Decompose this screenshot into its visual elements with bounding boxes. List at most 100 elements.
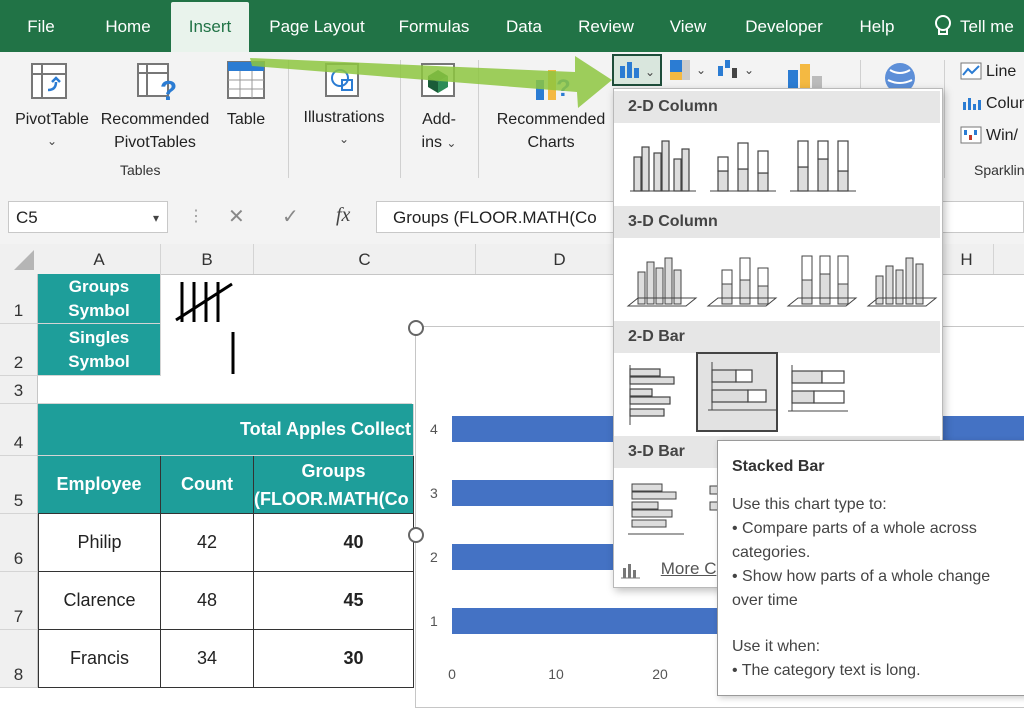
100-stacked-column-icon[interactable] <box>784 129 864 205</box>
cell-employee[interactable]: Francis <box>38 630 161 688</box>
3d-100-stacked-column-icon[interactable] <box>784 244 864 320</box>
add-ins-chevron-icon: ⌄ <box>446 136 457 150</box>
add-ins-icon[interactable] <box>418 60 458 100</box>
stacked-bar-icon[interactable] <box>696 352 778 432</box>
cell-singles-symbol[interactable]: Singles Symbol <box>38 324 161 376</box>
sparkline-winloss-button[interactable]: Win/ <box>986 124 1018 147</box>
cell-count[interactable]: 34 <box>161 630 254 688</box>
table-title-text: Total Apples Collect <box>239 419 411 439</box>
sparkline-winloss-icon[interactable] <box>960 126 982 144</box>
tab-insert[interactable]: Insert <box>171 0 249 52</box>
add-ins-button[interactable]: Add- ins ⌄ <box>414 108 464 155</box>
3d-column-icon[interactable] <box>864 244 944 320</box>
recommended-pivottables-icon[interactable]: ? <box>136 62 180 104</box>
insert-column-bar-chart-button[interactable]: ⌄ <box>612 54 662 86</box>
clustered-bar-icon[interactable] <box>624 359 704 435</box>
row-header-8[interactable]: 8 <box>0 630 38 688</box>
cell-table-title[interactable]: Total Apples Collect <box>38 404 414 456</box>
chart-resize-handle[interactable] <box>408 320 424 336</box>
3d-clustered-bar-icon[interactable] <box>624 474 704 550</box>
recommended-charts-icon[interactable]: ? <box>530 62 574 102</box>
recommended-pivottables-button[interactable]: Recommended PivotTables <box>98 108 212 154</box>
pivottable-chevron-icon[interactable]: ⌄ <box>44 130 60 153</box>
recommended-charts-line2: Charts <box>527 134 575 151</box>
clustered-column-icon[interactable] <box>624 129 704 205</box>
illustrations-chevron-icon[interactable]: ⌄ <box>336 128 352 151</box>
table-icon[interactable] <box>226 60 266 100</box>
header-employee[interactable]: Employee <box>38 456 161 514</box>
tally-one-symbol <box>231 332 235 374</box>
column-header-h[interactable]: H <box>940 244 994 274</box>
tab-review[interactable]: Review <box>570 0 642 52</box>
stacked-column-icon[interactable] <box>704 129 784 205</box>
column-header-a[interactable]: A <box>38 244 161 274</box>
tab-file[interactable]: File <box>18 0 64 52</box>
waterfall-chart-icon[interactable]: ⌄ <box>716 58 756 84</box>
name-box-chevron-icon[interactable]: ▾ <box>153 202 159 234</box>
recommended-charts-line1: Recommended <box>496 111 606 128</box>
lightbulb-icon[interactable] <box>932 14 954 40</box>
illustrations-icon[interactable] <box>322 60 362 100</box>
sparkline-column-icon[interactable] <box>960 94 982 112</box>
cancel-icon[interactable]: ✕ <box>228 204 245 229</box>
sparkline-line-icon[interactable] <box>960 62 982 80</box>
row-3-empty[interactable] <box>38 376 412 404</box>
tally-five-symbol <box>175 282 233 322</box>
tab-developer[interactable]: Developer <box>734 0 834 52</box>
header-count[interactable]: Count <box>161 456 254 514</box>
pivottable-button[interactable]: PivotTable <box>12 108 92 131</box>
recommended-pivottables-line2: PivotTables <box>114 134 196 151</box>
row-header-6[interactable]: 6 <box>0 514 38 572</box>
column-header-c[interactable]: C <box>254 244 476 274</box>
enter-check-icon[interactable]: ✓ <box>282 204 299 229</box>
ribbon-tab-bar: File Home Insert Page Layout Formulas Da… <box>0 0 1024 52</box>
sparkline-column-button[interactable]: Colum <box>986 92 1024 115</box>
tooltip-when: Use it when: <box>732 638 821 655</box>
row-header-3[interactable]: 3 <box>0 376 38 404</box>
row-header-4[interactable]: 4 <box>0 404 38 456</box>
more-charts-icon <box>621 563 640 579</box>
illustrations-button[interactable]: Illustrations <box>298 106 390 129</box>
tab-help[interactable]: Help <box>850 0 904 52</box>
row-header-2[interactable]: 2 <box>0 324 38 376</box>
sparklines-group-label: Sparklin <box>974 162 1024 178</box>
tab-page-layout[interactable]: Page Layout <box>262 0 372 52</box>
tab-view[interactable]: View <box>662 0 714 52</box>
header-groups[interactable]: Groups (FLOOR.MATH(Co <box>254 456 414 514</box>
cell-groups-symbol[interactable]: Groups Symbol <box>38 274 161 324</box>
tab-data[interactable]: Data <box>498 0 550 52</box>
3d-clustered-column-icon[interactable] <box>624 244 704 320</box>
row-header-7[interactable]: 7 <box>0 572 38 630</box>
cell-employee[interactable]: Philip <box>38 514 161 572</box>
section-3d-column: 3-D Column <box>614 206 940 238</box>
cell-employee[interactable]: Clarence <box>38 572 161 630</box>
more-charts-label: More C <box>660 559 717 578</box>
100-stacked-bar-icon[interactable] <box>784 359 864 435</box>
cell-count[interactable]: 48 <box>161 572 254 630</box>
singles-symbol-line1: Singles <box>68 327 130 347</box>
pivottable-icon[interactable] <box>30 62 70 102</box>
cell-groups[interactable]: 30 <box>254 630 414 688</box>
table-button[interactable]: Table <box>222 108 270 131</box>
chart-resize-handle[interactable] <box>408 527 424 543</box>
name-box[interactable]: C5 ▾ <box>8 201 168 233</box>
tell-me-search[interactable]: Tell me <box>960 0 1024 52</box>
cell-groups[interactable]: 45 <box>254 572 414 630</box>
ribbon-separator <box>944 60 945 178</box>
cell-count[interactable]: 42 <box>161 514 254 572</box>
column-header-b[interactable]: B <box>161 244 254 274</box>
select-all-corner-icon[interactable] <box>0 244 38 274</box>
hierarchy-chart-icon[interactable]: ⌄ <box>668 58 708 84</box>
section-2d-bar: 2-D Bar <box>614 321 940 353</box>
row-header-1[interactable]: 1 <box>0 274 38 324</box>
header-groups-line2: (FLOOR.MATH(Co <box>254 488 409 509</box>
tab-formulas[interactable]: Formulas <box>390 0 478 52</box>
recommended-charts-button[interactable]: Recommended Charts <box>490 108 612 154</box>
sparkline-line-button[interactable]: Line <box>986 60 1016 83</box>
tooltip-bullet: • Compare parts of a whole across catego… <box>732 520 977 561</box>
insert-function-icon[interactable]: fx <box>336 204 350 227</box>
cell-groups[interactable]: 40 <box>254 514 414 572</box>
tab-home[interactable]: Home <box>96 0 160 52</box>
row-header-5[interactable]: 5 <box>0 456 38 514</box>
3d-stacked-column-icon[interactable] <box>704 244 784 320</box>
